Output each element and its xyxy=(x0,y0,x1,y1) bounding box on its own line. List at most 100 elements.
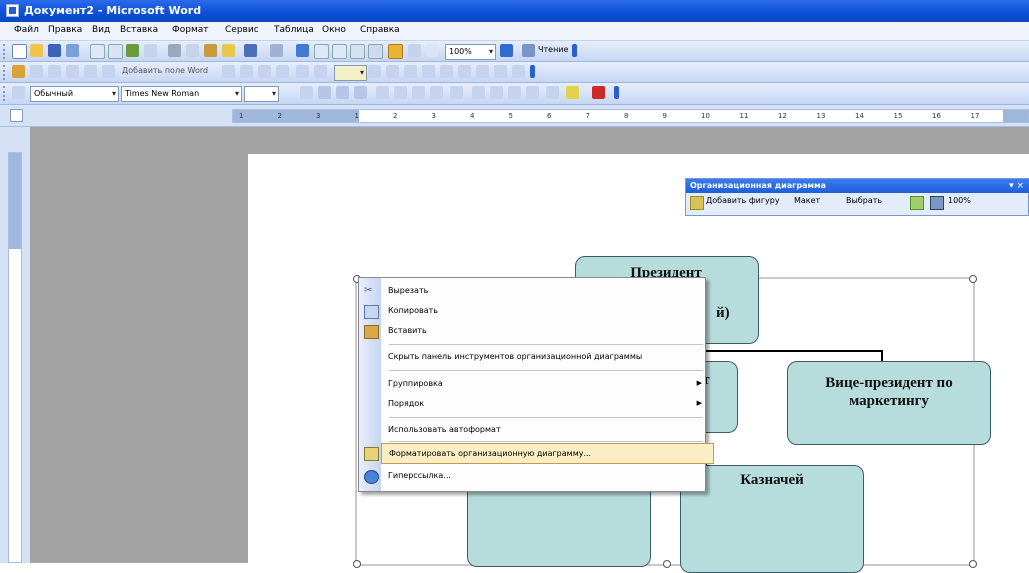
insert-excel-icon[interactable] xyxy=(350,44,365,59)
align-left-icon[interactable] xyxy=(376,86,389,99)
check-errors-icon[interactable] xyxy=(422,65,435,78)
layout-button[interactable]: Макет xyxy=(794,196,820,205)
border-icon[interactable] xyxy=(546,86,559,99)
cut-icon[interactable] xyxy=(168,44,181,57)
menu-tools[interactable]: Сервис xyxy=(225,25,259,35)
mail-merge-icon[interactable] xyxy=(30,65,43,78)
menu-item-copy[interactable]: Копировать xyxy=(381,301,712,320)
toolbar-options-icon[interactable] xyxy=(614,86,619,99)
previous-record-icon[interactable] xyxy=(314,65,327,78)
drawing-icon[interactable] xyxy=(388,44,403,59)
propagate-icon[interactable] xyxy=(276,65,289,78)
find-entry-icon[interactable] xyxy=(404,65,417,78)
menu-item-hyperlink[interactable]: Гиперссылка... xyxy=(381,466,712,485)
merge-new-document-icon[interactable] xyxy=(440,65,453,78)
highlight-icon[interactable] xyxy=(566,86,579,99)
text-wrapping-icon[interactable] xyxy=(910,196,924,210)
add-shape-icon[interactable] xyxy=(690,196,704,210)
underline-icon[interactable] xyxy=(354,86,367,99)
envelope-icon[interactable] xyxy=(12,65,25,78)
bullets-icon[interactable] xyxy=(490,86,503,99)
style-dropdown[interactable]: Обычный xyxy=(30,86,119,102)
font-size-dropdown[interactable] xyxy=(244,86,279,102)
vertical-ruler[interactable] xyxy=(8,152,22,563)
insert-table-icon[interactable] xyxy=(332,44,347,59)
spelling-icon[interactable] xyxy=(126,44,139,57)
insert-address-icon[interactable] xyxy=(84,65,97,78)
menu-view[interactable]: Вид xyxy=(92,25,110,35)
line-spacing-icon[interactable] xyxy=(450,86,463,99)
add-shape-button[interactable]: Добавить фигуру xyxy=(706,196,780,205)
italic-icon[interactable] xyxy=(336,86,349,99)
decrease-indent-icon[interactable] xyxy=(508,86,521,99)
menu-window[interactable]: Окно xyxy=(322,25,346,35)
merge-email-icon[interactable] xyxy=(476,65,489,78)
align-center-icon[interactable] xyxy=(394,86,407,99)
select-button[interactable]: Выбрать xyxy=(846,196,882,205)
redo-icon[interactable] xyxy=(270,44,283,57)
greeting-icon[interactable] xyxy=(102,65,115,78)
recipients-icon[interactable] xyxy=(66,65,79,78)
format-painter-icon[interactable] xyxy=(222,44,235,57)
align-right-icon[interactable] xyxy=(412,86,425,99)
fields-icon[interactable] xyxy=(48,65,61,78)
toolbar-options-icon[interactable] xyxy=(572,44,577,57)
resize-handle[interactable] xyxy=(969,560,977,568)
resize-handle[interactable] xyxy=(353,560,361,568)
first-record-icon[interactable] xyxy=(296,65,309,78)
toolbar-options-icon[interactable] xyxy=(530,65,535,78)
numbering-icon[interactable] xyxy=(472,86,485,99)
toolbar-close-icon[interactable]: ▾ × xyxy=(1009,179,1024,193)
menu-table[interactable]: Таблица xyxy=(274,25,314,35)
menu-item-cut[interactable]: Вырезать xyxy=(381,281,712,300)
menu-item-hide-toolbar[interactable]: Скрыть панель инструментов организационн… xyxy=(381,347,712,366)
highlight-fields-icon[interactable] xyxy=(240,65,253,78)
read-mode-icon[interactable] xyxy=(522,44,535,57)
permission-icon[interactable] xyxy=(66,44,79,57)
menu-file[interactable]: Файл xyxy=(14,25,39,35)
resize-handle[interactable] xyxy=(969,275,977,283)
hyperlink-icon[interactable] xyxy=(296,44,309,57)
font-dropdown[interactable]: Times New Roman xyxy=(121,86,242,102)
toolbar-grip[interactable] xyxy=(3,65,8,80)
tables-borders-icon[interactable] xyxy=(314,44,329,59)
horizontal-ruler[interactable]: 1 2 3 1 2 3 4 5 6 7 8 9 10 11 12 13 14 15 16 17 xyxy=(232,109,1029,123)
research-icon[interactable] xyxy=(144,44,157,57)
word-app-icon[interactable] xyxy=(6,4,19,17)
merge-printer-icon[interactable] xyxy=(458,65,471,78)
zoom-dropdown[interactable]: 100% xyxy=(445,44,496,60)
add-word-field-label[interactable]: Добавить поле Word xyxy=(122,66,208,75)
org-chart-toolbar-title[interactable]: Организационная диаграмма xyxy=(686,179,1029,193)
columns-icon[interactable] xyxy=(368,44,383,59)
view-merged-icon[interactable] xyxy=(222,65,235,78)
font-color-icon[interactable] xyxy=(592,86,605,99)
help-icon[interactable] xyxy=(500,44,513,57)
toolbar-grip[interactable] xyxy=(3,44,8,59)
menu-insert[interactable]: Вставка xyxy=(120,25,158,35)
last-record-icon[interactable] xyxy=(386,65,399,78)
document-map-icon[interactable] xyxy=(408,44,421,57)
menu-edit[interactable]: Правка xyxy=(48,25,82,35)
next-record-icon[interactable] xyxy=(368,65,381,78)
menu-item-paste[interactable]: Вставить xyxy=(381,321,712,340)
undo-icon[interactable] xyxy=(244,44,257,57)
menu-item-grouping[interactable]: Группировка ▶ xyxy=(381,374,712,393)
resize-handle[interactable] xyxy=(663,560,671,568)
merge-fax-icon[interactable] xyxy=(494,65,507,78)
match-fields-icon[interactable] xyxy=(258,65,271,78)
tab-selector[interactable] xyxy=(10,109,23,122)
autoformat-icon[interactable] xyxy=(930,196,944,210)
show-hide-icon[interactable] xyxy=(426,44,439,57)
copy-icon[interactable] xyxy=(186,44,199,57)
styles-pane-icon[interactable] xyxy=(12,86,25,99)
menu-help[interactable]: Справка xyxy=(360,25,400,35)
justify-icon[interactable] xyxy=(430,86,443,99)
font-color-small-icon[interactable] xyxy=(300,86,313,99)
menu-item-format-org-chart[interactable]: Форматировать организационную диаграмму.… xyxy=(381,443,714,464)
vp-marketing-box[interactable]: Вице-президент по маркетингу xyxy=(787,361,991,445)
increase-indent-icon[interactable] xyxy=(526,86,539,99)
read-mode-label[interactable]: Чтение xyxy=(538,45,568,54)
print-preview-icon[interactable] xyxy=(108,44,123,59)
bold-icon[interactable] xyxy=(318,86,331,99)
menu-item-order[interactable]: Порядок ▶ xyxy=(381,394,712,413)
